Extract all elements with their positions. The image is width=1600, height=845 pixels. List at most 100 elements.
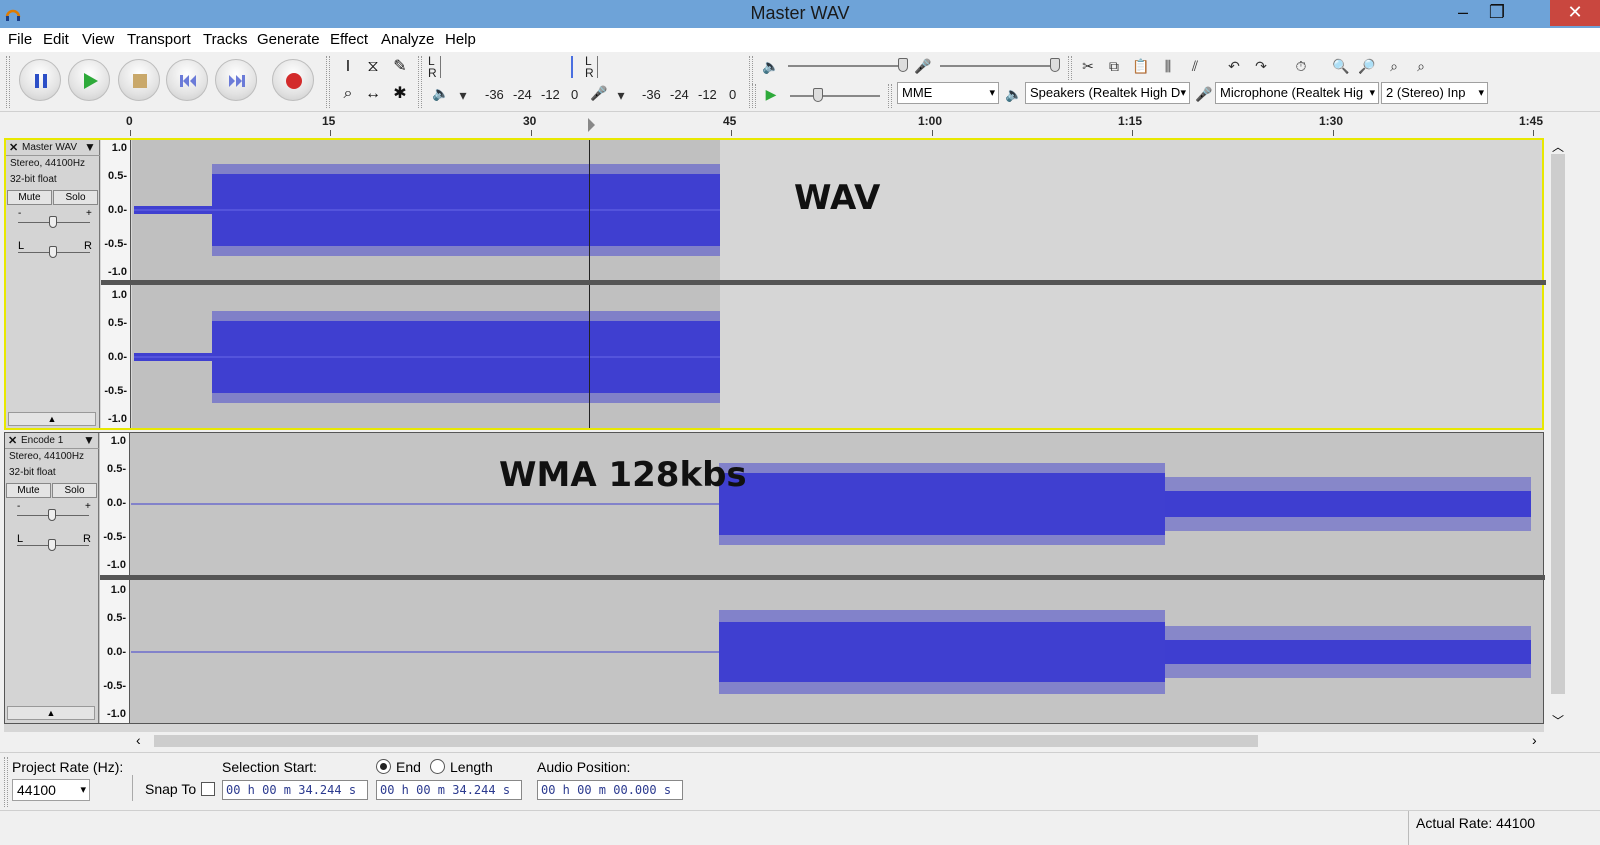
record-meter[interactable]	[597, 56, 739, 78]
chevron-down-icon[interactable]: ▼	[83, 433, 95, 447]
output-volume-thumb[interactable]	[898, 58, 908, 72]
waveform-channel-2[interactable]	[131, 580, 1541, 723]
vertical-scale-ch2[interactable]: 1.0 0.5- 0.0- -0.5- -1.0	[100, 580, 130, 723]
gain-slider-thumb[interactable]	[49, 216, 57, 228]
close-icon[interactable]: ✕	[8, 434, 17, 447]
zoom-in-icon[interactable]: 🔍	[1330, 55, 1352, 77]
chevron-left-icon[interactable]: ‹	[136, 732, 141, 748]
time-shift-tool-icon[interactable]: ↔	[361, 82, 385, 106]
pan-slider-thumb[interactable]	[49, 246, 57, 258]
chevron-up-icon[interactable]: ︿	[1552, 138, 1564, 155]
redo-icon[interactable]: ↷	[1250, 55, 1272, 77]
menu-help[interactable]: Help	[445, 31, 476, 48]
toolbar-grip[interactable]	[4, 757, 8, 807]
sync-lock-icon[interactable]: ⏱	[1290, 55, 1312, 77]
mute-button[interactable]: Mute	[7, 190, 52, 205]
input-channels-select[interactable]: 2 (Stereo) Inp ▾	[1381, 82, 1488, 104]
vertical-scale-ch1[interactable]: 1.0 0.5- 0.0- -0.5- -1.0	[100, 433, 130, 575]
solo-button[interactable]: Solo	[52, 483, 97, 498]
menu-view[interactable]: View	[82, 31, 114, 48]
horizontal-scroll-thumb[interactable]	[154, 735, 1258, 747]
zoom-tool-icon[interactable]: ⌕	[336, 82, 360, 106]
selection-start-field[interactable]: 00 h 00 m 34.244 s	[222, 780, 368, 800]
stop-button[interactable]	[118, 59, 160, 101]
input-volume-thumb[interactable]	[1050, 58, 1060, 72]
input-volume-slider[interactable]	[940, 65, 1055, 67]
microphone-icon[interactable]: 🎤	[588, 82, 610, 104]
toolbar-grip[interactable]	[326, 56, 330, 108]
menu-tracks[interactable]: Tracks	[203, 31, 247, 48]
collapse-track-button[interactable]: ▲	[8, 412, 96, 426]
menu-generate[interactable]: Generate	[257, 31, 320, 48]
toolbar-grip[interactable]	[1068, 56, 1072, 80]
track-title-bar[interactable]: ✕ Master WAV ▼	[6, 140, 100, 156]
solo-button[interactable]: Solo	[53, 190, 98, 205]
pan-slider-thumb[interactable]	[48, 539, 56, 551]
input-device-select[interactable]: Microphone (Realtek Hig ▾	[1215, 82, 1379, 104]
play-speed-slider[interactable]	[790, 95, 880, 97]
vertical-scroll-thumb[interactable]	[1551, 154, 1565, 694]
zoom-out-icon[interactable]: 🔎	[1356, 55, 1378, 77]
vertical-scale-ch2[interactable]: 1.0 0.5- 0.0- -0.5- -1.0	[101, 285, 131, 428]
selection-end-field[interactable]: 00 h 00 m 34.244 s	[376, 780, 522, 800]
horizontal-scrollbar[interactable]: ‹ ›	[130, 732, 1548, 750]
skip-to-end-button[interactable]	[215, 59, 257, 101]
cursor-marker-icon[interactable]	[588, 118, 595, 132]
toolbar-grip[interactable]	[888, 84, 892, 108]
output-device-select[interactable]: Speakers (Realtek High D ▾	[1025, 82, 1190, 104]
selection-tool-icon[interactable]: I	[336, 55, 360, 79]
undo-icon[interactable]: ↶	[1223, 55, 1245, 77]
chevron-down-icon[interactable]: ﹀	[1552, 712, 1564, 729]
minimize-button[interactable]: –	[1446, 0, 1480, 26]
end-radio[interactable]	[376, 759, 391, 774]
menu-file[interactable]: File	[8, 31, 32, 48]
chevron-down-icon[interactable]: ▾	[452, 84, 474, 106]
play-speed-thumb[interactable]	[813, 88, 823, 102]
copy-icon[interactable]: ⧉	[1103, 55, 1125, 77]
length-radio[interactable]	[430, 759, 445, 774]
track-title-bar[interactable]: ✕ Encode 1 ▼	[5, 433, 99, 449]
mute-button[interactable]: Mute	[6, 483, 51, 498]
speaker-icon[interactable]: 🔈	[430, 82, 452, 104]
waveform-channel-2[interactable]	[132, 285, 1542, 428]
toolbar-grip[interactable]	[418, 56, 422, 108]
chevron-right-icon[interactable]: ›	[1532, 732, 1537, 748]
close-icon[interactable]: ✕	[9, 141, 18, 154]
waveform-channel-1[interactable]	[131, 433, 1541, 575]
host-select[interactable]: MME ▾	[897, 82, 999, 104]
menu-transport[interactable]: Transport	[127, 31, 191, 48]
toolbar-grip[interactable]	[752, 84, 756, 108]
toolbar-grip[interactable]	[6, 56, 10, 108]
menu-edit[interactable]: Edit	[43, 31, 69, 48]
track-encode-1[interactable]: ✕ Encode 1 ▼ Stereo, 44100Hz 32-bit floa…	[4, 432, 1545, 724]
menu-effect[interactable]: Effect	[330, 31, 368, 48]
project-rate-select[interactable]: 44100 ▾	[12, 779, 90, 801]
close-button[interactable]: ✕	[1550, 0, 1600, 26]
record-button[interactable]	[272, 59, 314, 101]
menu-analyze[interactable]: Analyze	[381, 31, 434, 48]
skip-to-start-button[interactable]	[166, 59, 208, 101]
pause-button[interactable]	[19, 59, 61, 101]
chevron-down-icon[interactable]: ▾	[610, 84, 632, 106]
play-at-speed-icon[interactable]: ▶	[760, 83, 782, 105]
vertical-scrollbar[interactable]: ︿ ﹀	[1548, 136, 1568, 732]
fit-selection-icon[interactable]: ⌕	[1383, 55, 1405, 77]
track-panel-background[interactable]	[4, 724, 1544, 732]
track-master-wav[interactable]: ✕ Master WAV ▼ Stereo, 44100Hz 32-bit fl…	[4, 138, 1546, 430]
cut-icon[interactable]: ✂	[1077, 55, 1099, 77]
collapse-track-button[interactable]: ▲	[7, 706, 95, 720]
draw-tool-icon[interactable]: ✎	[388, 55, 412, 79]
audio-position-field[interactable]: 00 h 00 m 00.000 s	[537, 780, 683, 800]
snap-to-checkbox[interactable]	[201, 782, 215, 796]
output-volume-slider[interactable]	[788, 65, 903, 67]
envelope-tool-icon[interactable]: ⧖	[361, 55, 385, 79]
silence-icon[interactable]: ⫽	[1184, 55, 1206, 77]
playback-meter[interactable]	[440, 56, 578, 78]
play-button[interactable]	[68, 59, 110, 101]
gain-slider-thumb[interactable]	[48, 509, 56, 521]
trim-icon[interactable]: ⫼	[1157, 55, 1179, 77]
chevron-down-icon[interactable]: ▼	[84, 140, 96, 154]
paste-icon[interactable]: 📋	[1130, 55, 1152, 77]
multi-tool-icon[interactable]: ✱	[388, 82, 412, 106]
maximize-button[interactable]: ❐	[1480, 0, 1514, 26]
